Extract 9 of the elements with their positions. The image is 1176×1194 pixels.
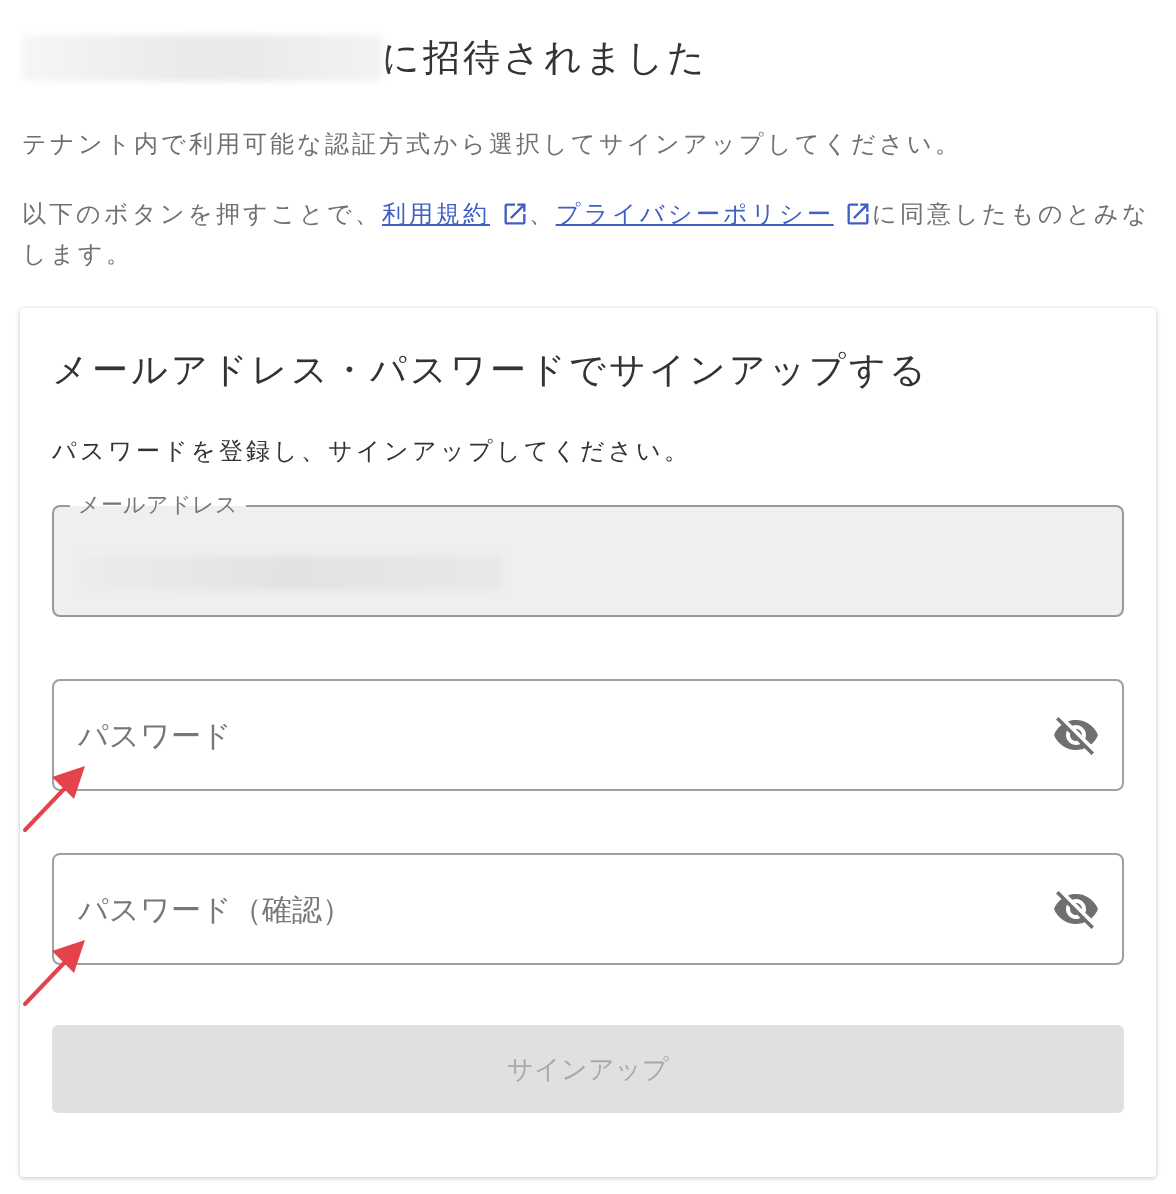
agreement-text: 以下のボタンを押すことで、利用規約 、プライバシーポリシー に同意したものとみなします。 xyxy=(21,199,1152,270)
password-field[interactable]: パスワード（確認） xyxy=(52,853,1124,965)
instruction-text: パスワードを登録し、サインアップしてください。 xyxy=(52,436,692,467)
link[interactable]: プライバシーポリシー xyxy=(555,200,834,228)
password-field[interactable]: パスワード xyxy=(52,679,1124,791)
card-title: メールアドレス・パスワードでサインアップする xyxy=(52,348,930,392)
intro-text: テナント内で利用可能な認証方式から選択してサインアップしてください。 xyxy=(21,129,963,160)
page-heading: に招待されました xyxy=(382,35,708,81)
link[interactable]: 利用規約 xyxy=(382,200,490,228)
